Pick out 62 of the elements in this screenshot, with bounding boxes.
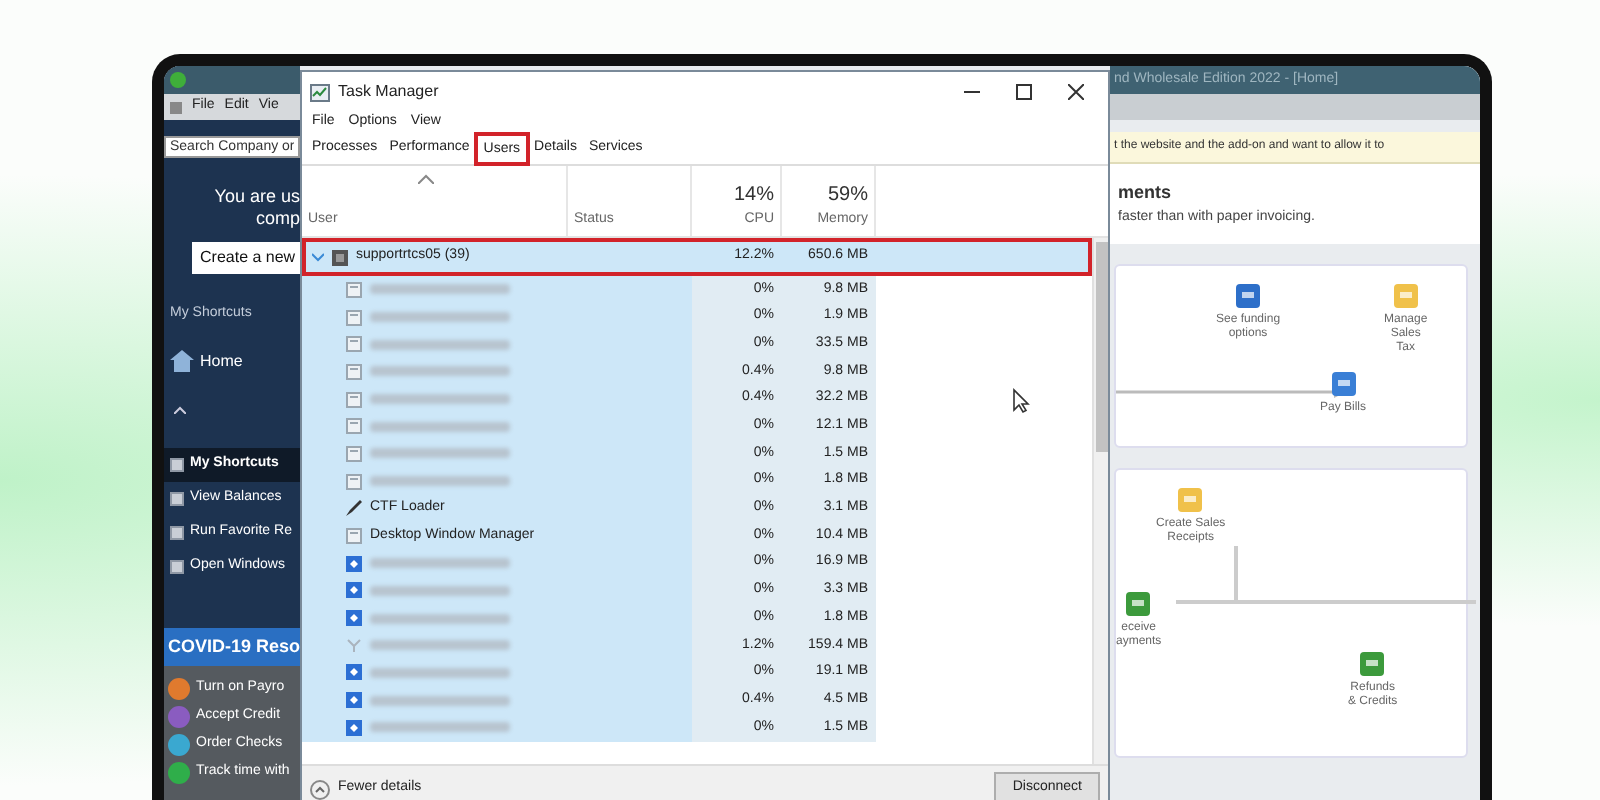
fork-icon xyxy=(346,637,362,654)
page-heading: ments xyxy=(1118,180,1174,206)
usage-total: 59% xyxy=(827,181,868,209)
notice-text: comp xyxy=(253,208,300,230)
window-icon xyxy=(170,457,184,471)
window-icon xyxy=(346,418,362,435)
blurred-text xyxy=(370,366,510,377)
box-icon xyxy=(346,610,362,627)
blurred-text xyxy=(370,448,510,459)
box-icon xyxy=(346,692,362,709)
cash-icon[interactable] xyxy=(1124,590,1153,618)
task-manager-icon xyxy=(310,83,330,101)
cursor-icon xyxy=(1012,388,1030,414)
close-icon[interactable] xyxy=(1068,84,1084,100)
blurred-text xyxy=(370,722,510,733)
window-icon xyxy=(170,525,184,539)
menu-icon[interactable] xyxy=(170,101,182,113)
bill-icon[interactable] xyxy=(1329,370,1357,398)
box-icon xyxy=(346,582,362,599)
expand-chevron-icon[interactable] xyxy=(312,251,324,263)
usage-total: 14% xyxy=(733,181,774,209)
scrollbar[interactable] xyxy=(1092,238,1108,764)
window-icon xyxy=(346,309,362,326)
box-icon xyxy=(346,555,362,572)
pen-icon xyxy=(346,500,362,517)
home-item[interactable]: Home xyxy=(164,339,300,383)
window-icon xyxy=(346,473,362,490)
blurred-text xyxy=(370,695,510,706)
window-icon xyxy=(346,445,362,462)
blurred-text xyxy=(370,640,510,651)
sort-icon[interactable] xyxy=(418,174,434,184)
blurred-text xyxy=(370,421,510,432)
blurred-text xyxy=(370,667,510,678)
blurred-text xyxy=(370,312,510,323)
blurred-text xyxy=(370,476,510,487)
maximize-icon[interactable] xyxy=(1016,84,1032,100)
box-icon xyxy=(346,664,362,681)
collapse-circle-icon[interactable] xyxy=(310,779,330,799)
blurred-text xyxy=(370,585,510,596)
window-icon xyxy=(170,491,184,505)
house-icon xyxy=(170,350,194,372)
create-company-button[interactable]: Create a new xyxy=(192,242,300,274)
box-icon xyxy=(346,719,362,736)
window-title: Task Manager xyxy=(338,80,441,104)
collapse-icon[interactable] xyxy=(174,406,186,415)
cash-icon[interactable] xyxy=(1358,650,1387,678)
window-icon xyxy=(346,528,362,545)
window-icon xyxy=(346,363,362,380)
notice-text: You are us xyxy=(212,186,300,208)
window-icon xyxy=(170,559,184,573)
blurred-text xyxy=(370,613,510,624)
app-logo-icon xyxy=(170,72,186,88)
section-heading: COVID-19 Reso xyxy=(164,627,300,666)
blurred-text xyxy=(370,339,510,350)
window-icon xyxy=(346,391,362,408)
blurred-text xyxy=(370,394,510,405)
money-icon[interactable] xyxy=(1234,282,1263,310)
user-icon xyxy=(332,249,348,265)
window-icon xyxy=(346,336,362,353)
blurred-text xyxy=(370,284,510,295)
blurred-text xyxy=(370,558,510,569)
window-icon xyxy=(346,281,362,298)
